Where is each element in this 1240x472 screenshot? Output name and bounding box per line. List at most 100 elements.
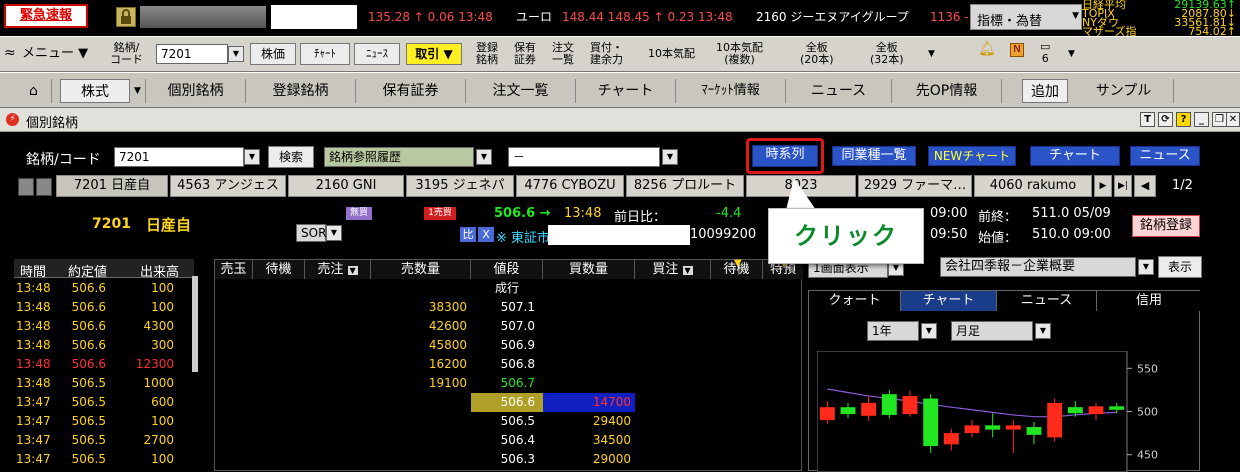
- sell-quantity[interactable]: 16200: [371, 355, 471, 374]
- ten-quote-button[interactable]: 10本気配: [648, 48, 695, 60]
- chart-button[interactable]: ﾁｬｰﾄ: [300, 43, 350, 65]
- bell-icon[interactable]: 🔔︎: [978, 42, 996, 56]
- chevron-down-icon[interactable]: ▼: [244, 149, 260, 165]
- buy-quantity[interactable]: 14700: [543, 393, 635, 412]
- same-industry-button[interactable]: 同業種一覧: [832, 146, 916, 166]
- chevron-down-icon[interactable]: ▼: [928, 48, 935, 60]
- double-chevron-icon[interactable]: ≈: [4, 46, 16, 60]
- indicator-select[interactable]: 指標・為替 ▼: [970, 4, 1082, 30]
- nav-sample[interactable]: サンプル: [1074, 79, 1174, 103]
- full-board-32-button[interactable]: 全板 (32本): [870, 42, 904, 66]
- help-icon[interactable]: ?: [1176, 112, 1191, 127]
- secondary-select[interactable]: －: [508, 147, 660, 167]
- sell-quantity[interactable]: 19100: [371, 374, 471, 393]
- lock-icon[interactable]: [116, 7, 136, 27]
- history-tab[interactable]: 4060 rakumo: [974, 175, 1092, 197]
- toolbar-code-input[interactable]: 7201: [156, 44, 228, 64]
- nav-individual-stock[interactable]: 個別銘柄: [146, 79, 246, 103]
- chevron-down-icon[interactable]: ▼: [662, 149, 678, 165]
- reference-history-select[interactable]: 銘柄参照履歴: [324, 147, 474, 167]
- stocks-category-select[interactable]: 株式: [60, 79, 130, 103]
- price-level[interactable]: 507.0: [471, 317, 543, 336]
- tab-quote[interactable]: クォート: [809, 291, 901, 311]
- info-select[interactable]: 会社四季報－企業概要: [940, 257, 1136, 277]
- nav-order-list[interactable]: 注文一覧: [466, 79, 576, 103]
- chevron-down-icon[interactable]: ▼: [921, 323, 937, 339]
- history-tab[interactable]: 2929 ファーマ…: [858, 175, 972, 197]
- tab-news[interactable]: ニュース: [997, 291, 1097, 311]
- chevron-down-icon[interactable]: ▼: [1035, 323, 1051, 339]
- chevron-down-icon[interactable]: ▼: [1068, 48, 1075, 60]
- menu-button[interactable]: メニュー ▼: [22, 47, 88, 60]
- sell-quantity[interactable]: 42600: [371, 317, 471, 336]
- price-level[interactable]: 506.4: [471, 431, 543, 450]
- price-level[interactable]: 506.7: [471, 374, 543, 393]
- first-page-icon[interactable]: [18, 178, 34, 196]
- chart-button[interactable]: チャート: [1030, 146, 1120, 166]
- nav-news[interactable]: ニュース: [786, 79, 892, 103]
- chevron-down-icon[interactable]: ▼: [130, 79, 146, 103]
- tab-margin[interactable]: 信用: [1097, 291, 1201, 311]
- nav-market-info[interactable]: ﾏｰｹｯﾄ情報: [676, 79, 786, 103]
- price-level[interactable]: 507.1: [471, 298, 543, 317]
- trade-button[interactable]: 取引 ▼: [406, 43, 462, 65]
- nav-registered-stocks[interactable]: 登録銘柄: [246, 79, 356, 103]
- chevron-down-icon[interactable]: ▼: [347, 266, 358, 275]
- holdings-button[interactable]: 保有 証券: [514, 42, 536, 66]
- full-board-20-button[interactable]: 全板 (20本): [800, 42, 834, 66]
- history-tab[interactable]: 4776 CYBOZU: [516, 175, 624, 197]
- history-tab[interactable]: 3195 ジェネパ: [406, 175, 514, 197]
- nav-chart[interactable]: チャート: [576, 79, 676, 103]
- notice-icon[interactable]: N: [1010, 43, 1024, 57]
- time-series-button[interactable]: 時系列: [752, 145, 818, 167]
- new-chart-button[interactable]: NEWチャート: [928, 146, 1016, 166]
- history-tab[interactable]: 4563 アンジェス: [170, 175, 286, 197]
- history-tab[interactable]: 7201 日産自: [56, 175, 168, 197]
- ten-quote-multi-button[interactable]: 10本気配 (複数): [716, 42, 763, 66]
- news-button[interactable]: ニュース: [1130, 146, 1200, 166]
- minimize-icon[interactable]: _: [1194, 112, 1209, 127]
- search-button[interactable]: 検索: [268, 146, 314, 168]
- page-counter[interactable]: ▭ 6: [1040, 41, 1050, 65]
- close-icon[interactable]: ✕: [1226, 112, 1240, 127]
- buy-quantity[interactable]: 29000: [543, 450, 635, 469]
- price-level[interactable]: 506.8: [471, 355, 543, 374]
- history-tab[interactable]: 8256 プロルート: [626, 175, 744, 197]
- back-arrow-icon[interactable]: ◀: [1134, 175, 1156, 197]
- register-stock-button[interactable]: 銘柄登録: [1132, 215, 1200, 237]
- stock-price-button[interactable]: 株価: [250, 43, 296, 65]
- show-button[interactable]: 表示: [1158, 256, 1202, 278]
- previous-page-icon[interactable]: [36, 178, 52, 196]
- buy-quantity[interactable]: 29400: [543, 412, 635, 431]
- period-select[interactable]: 1年: [867, 321, 919, 341]
- sell-quantity[interactable]: 45800: [371, 336, 471, 355]
- add-button[interactable]: 追加: [1022, 79, 1068, 103]
- text-mode-icon[interactable]: T: [1140, 112, 1155, 127]
- registered-stocks-button[interactable]: 登録 銘柄: [476, 42, 498, 66]
- price-level[interactable]: 506.9: [471, 336, 543, 355]
- refresh-icon[interactable]: ⟳: [1158, 112, 1173, 127]
- chevron-down-icon[interactable]: ▼: [326, 225, 342, 241]
- price-level[interactable]: 506.5: [471, 412, 543, 431]
- chevron-down-icon[interactable]: ▼: [682, 266, 693, 275]
- tab-chart[interactable]: チャート: [901, 291, 997, 311]
- next-page-icon[interactable]: ▶: [1094, 175, 1112, 197]
- emergency-news-button[interactable]: 緊急速報: [4, 4, 88, 28]
- price-level[interactable]: 506.3: [471, 450, 543, 469]
- interval-select[interactable]: 月足: [951, 321, 1033, 341]
- restore-icon[interactable]: ❐: [1212, 112, 1227, 127]
- window-code-input[interactable]: 7201: [114, 147, 244, 167]
- scrollbar-thumb[interactable]: [192, 276, 198, 372]
- nav-holdings[interactable]: 保有証券: [356, 79, 466, 103]
- order-list-button[interactable]: 注文 一覧: [552, 42, 574, 66]
- nav-futures-options[interactable]: 先OP情報: [892, 79, 1002, 103]
- news-button[interactable]: ﾆｭｰｽ: [354, 43, 400, 65]
- history-tab[interactable]: 2160 GNI: [288, 175, 404, 197]
- price-level[interactable]: 506.6: [471, 393, 543, 412]
- chevron-down-icon[interactable]: ▼: [228, 46, 244, 62]
- chevron-down-icon[interactable]: ▼: [1138, 259, 1154, 275]
- chevron-down-icon[interactable]: ▼: [476, 149, 492, 165]
- buying-power-button[interactable]: 買付・ 建余力: [590, 42, 623, 66]
- last-page-icon[interactable]: ▶|: [1114, 175, 1132, 197]
- market-select[interactable]: SOR: [296, 224, 326, 242]
